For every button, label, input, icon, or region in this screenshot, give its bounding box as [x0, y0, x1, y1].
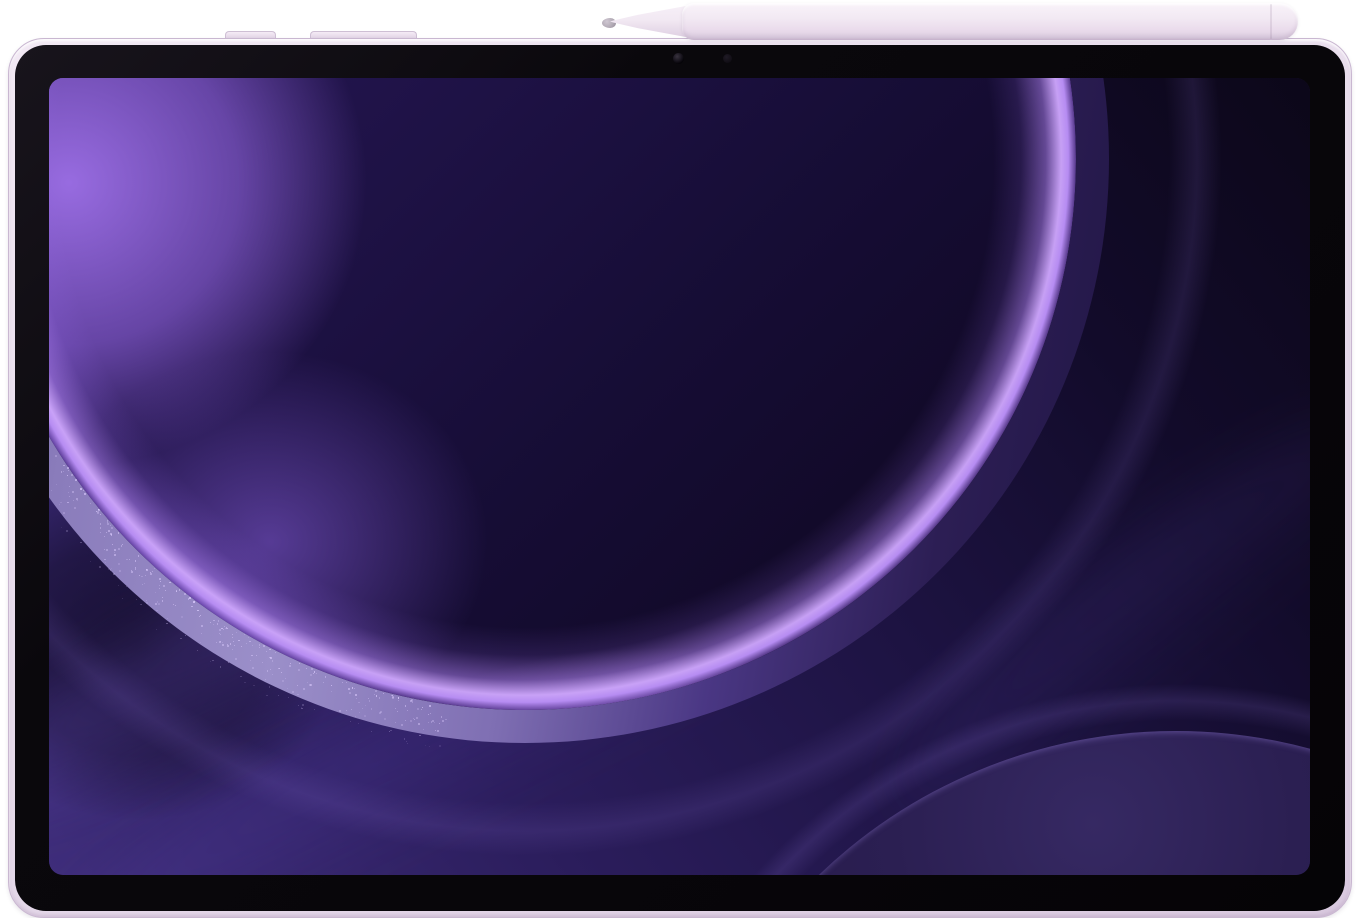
tablet-device: [8, 38, 1352, 918]
product-photo: [0, 0, 1357, 918]
stylus-pen: [596, 3, 1298, 40]
ambient-light-sensor: [723, 54, 732, 63]
stylus-nib: [602, 18, 616, 28]
dust-field: [49, 78, 1310, 875]
stylus-body: [682, 3, 1298, 40]
front-camera: [673, 53, 684, 64]
display-screen: [49, 78, 1310, 875]
stylus-cap-seam: [1270, 4, 1272, 39]
